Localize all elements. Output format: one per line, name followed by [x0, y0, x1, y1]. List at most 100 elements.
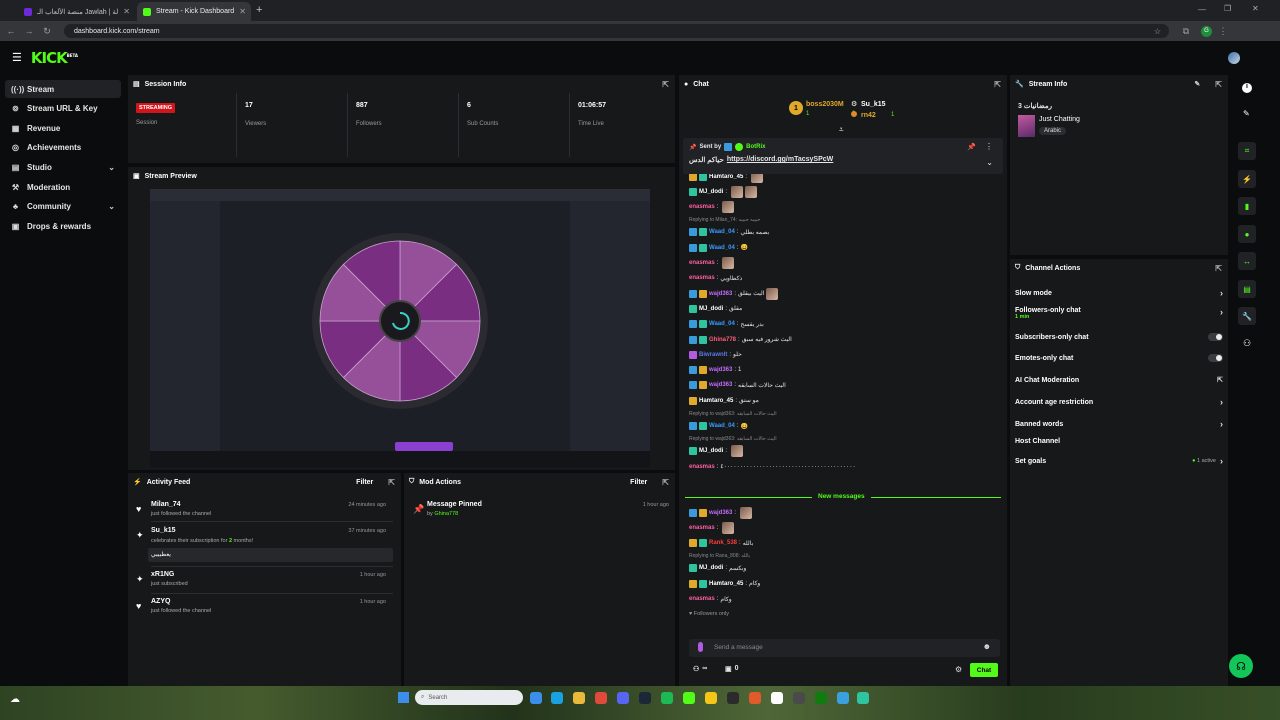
activity-user[interactable]: AZYQ	[151, 598, 170, 605]
browser-tab-jawlah[interactable]: منصة الألعاب الـ Jawlah | جولة ✕	[18, 2, 136, 21]
host-channel-action[interactable]: Host Channel	[1015, 438, 1223, 445]
reload-icon[interactable]: ↻	[40, 26, 54, 37]
info-icon[interactable]: i	[1242, 83, 1252, 93]
app-icon[interactable]	[705, 692, 717, 704]
close-window-icon[interactable]: ✕	[1252, 4, 1259, 13]
subscribers-only-toggle[interactable]	[1208, 333, 1223, 341]
emoji-picker-icon[interactable]: ☻	[983, 642, 991, 651]
chat-message[interactable]: enasmas:٤٠٠٠٠٠٠٠٠٠٠٠٠٠٠٠٠٠٠٠٠٠٠٠٠٠٠٠٠٠٠٠…	[689, 460, 856, 473]
chat-username[interactable]: Rank_538	[709, 540, 737, 546]
chat-username[interactable]: Waad_04	[709, 321, 735, 327]
ai-chat-moderation-action[interactable]: AI Chat Moderation ⇱	[1015, 376, 1223, 385]
sidebar-item-community[interactable]: ♣ Community ⌄	[5, 197, 121, 215]
chat-message[interactable]: Waad_04: 😀	[689, 420, 748, 433]
chat-message[interactable]: Waad_04: 😀	[689, 241, 748, 254]
kick-app-icon[interactable]	[683, 692, 695, 704]
chat-username[interactable]: wajd363	[709, 367, 732, 373]
chat-message[interactable]: MJ_dodi:	[689, 185, 758, 198]
chat-username[interactable]: MJ_dodi	[699, 565, 723, 571]
chat-username[interactable]: Hamtaro_45	[709, 174, 743, 180]
rail-broadcast-icon[interactable]: ↔	[1238, 252, 1256, 270]
chat-message[interactable]: wajd363:	[689, 506, 753, 519]
send-chat-button[interactable]: Chat	[970, 663, 998, 677]
viewer-settings[interactable]: ⚇ ∞	[693, 665, 707, 673]
chat-message[interactable]: enasmas: ذكطاويي	[689, 272, 742, 285]
chat-message[interactable]: Biwrawnlt: حلو	[689, 348, 742, 361]
chat-username[interactable]: enasmas	[689, 204, 715, 210]
points-display[interactable]: ▣ 0	[725, 665, 739, 673]
taskview-icon[interactable]	[530, 692, 542, 704]
browser-tab-kick-dashboard[interactable]: Stream - Kick Dashboard ✕	[137, 2, 251, 21]
rail-lightning-icon[interactable]: ⚡	[1238, 170, 1256, 188]
chat-username[interactable]: Waad_04	[709, 245, 735, 251]
taskbar-search[interactable]: ⌕ Search	[415, 690, 523, 705]
popout-icon[interactable]: ⇱	[662, 478, 669, 487]
back-icon[interactable]: ←	[4, 26, 18, 36]
chat-username[interactable]: enasmas	[689, 596, 715, 602]
category-name[interactable]: Just Chatting	[1039, 116, 1080, 123]
app-icon[interactable]	[837, 692, 849, 704]
close-tab-icon[interactable]: ✕	[239, 7, 246, 16]
bot-name[interactable]: BotRix	[746, 144, 765, 150]
rail-print-icon[interactable]: ▤	[1238, 280, 1256, 298]
leader-name[interactable]: rn42	[861, 112, 876, 119]
chat-username[interactable]: wajd363	[709, 382, 732, 388]
chat-username[interactable]: wajd363	[709, 291, 732, 297]
stream-video[interactable]	[150, 189, 650, 467]
mod-user[interactable]: Ghina778	[434, 511, 458, 517]
set-goals-action[interactable]: Set goals ● 1 active ›	[1015, 456, 1223, 466]
app-icon[interactable]	[857, 692, 869, 704]
followers-only-action[interactable]: Followers-only chat 1 min ›	[1015, 307, 1223, 320]
rail-document-icon[interactable]: ▮	[1238, 197, 1256, 215]
sidebar-item-studio[interactable]: ▤ Studio ⌄	[5, 158, 121, 176]
chat-username[interactable]: enasmas	[689, 525, 715, 531]
app-icon[interactable]	[793, 692, 805, 704]
emotes-only-toggle[interactable]	[1208, 354, 1223, 362]
sidebar-item-stream-url-key[interactable]: ⊚ Stream URL & Key	[5, 99, 121, 117]
sidebar-item-stream[interactable]: ((·)) Stream	[5, 80, 121, 98]
chat-message[interactable]: Waad_04: بدر يقسح	[689, 318, 764, 331]
leaderboard-expand-icon[interactable]: ⩡	[839, 125, 844, 135]
chat-username[interactable]: Waad_04	[709, 423, 735, 429]
chat-username[interactable]: Waad_04	[709, 229, 735, 235]
chrome-icon[interactable]	[595, 692, 607, 704]
activity-user[interactable]: Milan_74	[151, 501, 181, 508]
support-headset-icon[interactable]: ☊	[1229, 654, 1253, 678]
sidebar-item-revenue[interactable]: ▦ Revenue	[5, 119, 121, 137]
sidebar-item-moderation[interactable]: ⚒ Moderation	[5, 178, 121, 196]
activity-user[interactable]: xR1NG	[151, 571, 174, 578]
browser-menu-icon[interactable]: ⋮	[1216, 26, 1230, 37]
rail-wrench-icon[interactable]: 🔧	[1238, 307, 1256, 325]
chat-username[interactable]: MJ_dodi	[699, 189, 723, 195]
rail-qr-icon[interactable]: ⌗	[1238, 142, 1256, 160]
filter-button[interactable]: Filter	[630, 479, 647, 486]
chat-message[interactable]: wajd363: اليث بيقلق	[689, 287, 779, 300]
start-icon[interactable]	[398, 692, 409, 703]
chat-username[interactable]: Ghina778	[709, 337, 736, 343]
chat-message[interactable]: MJ_dodi:	[689, 445, 744, 458]
weather-icon[interactable]: ☁	[10, 694, 20, 705]
leader-name[interactable]: Su_k15	[861, 101, 886, 108]
edit-icon[interactable]: ✎	[1243, 109, 1250, 118]
spotify-icon[interactable]	[661, 692, 673, 704]
chat-username[interactable]: enasmas	[689, 464, 715, 470]
edit-icon[interactable]: ✎	[1194, 80, 1200, 88]
xbox-icon[interactable]	[815, 692, 827, 704]
chat-message[interactable]: MJ_dodi: مقلق	[689, 302, 742, 315]
chat-username[interactable]: MJ_dodi	[699, 448, 723, 454]
chat-input[interactable]: Send a message ☻	[689, 639, 1000, 657]
sidebar-item-achievements[interactable]: ◎ Achievements	[5, 138, 121, 156]
discord-icon[interactable]	[617, 692, 629, 704]
banned-words-action[interactable]: Banned words ›	[1015, 419, 1223, 429]
chat-message[interactable]: enasmas:	[689, 257, 735, 270]
new-tab-icon[interactable]: +	[256, 4, 262, 16]
chat-message[interactable]: MJ_dodi: وبكسم	[689, 562, 746, 575]
terminal-icon[interactable]	[727, 692, 739, 704]
app-icon[interactable]	[771, 692, 783, 704]
chevron-down-icon[interactable]: ⌄	[986, 158, 993, 167]
activity-user[interactable]: Su_k15	[151, 527, 176, 534]
steam-icon[interactable]	[639, 692, 651, 704]
account-age-action[interactable]: Account age restriction ›	[1015, 397, 1223, 407]
chat-message[interactable]: wajd363:1	[689, 364, 741, 377]
hamburger-menu-icon[interactable]: ☰	[12, 51, 22, 64]
